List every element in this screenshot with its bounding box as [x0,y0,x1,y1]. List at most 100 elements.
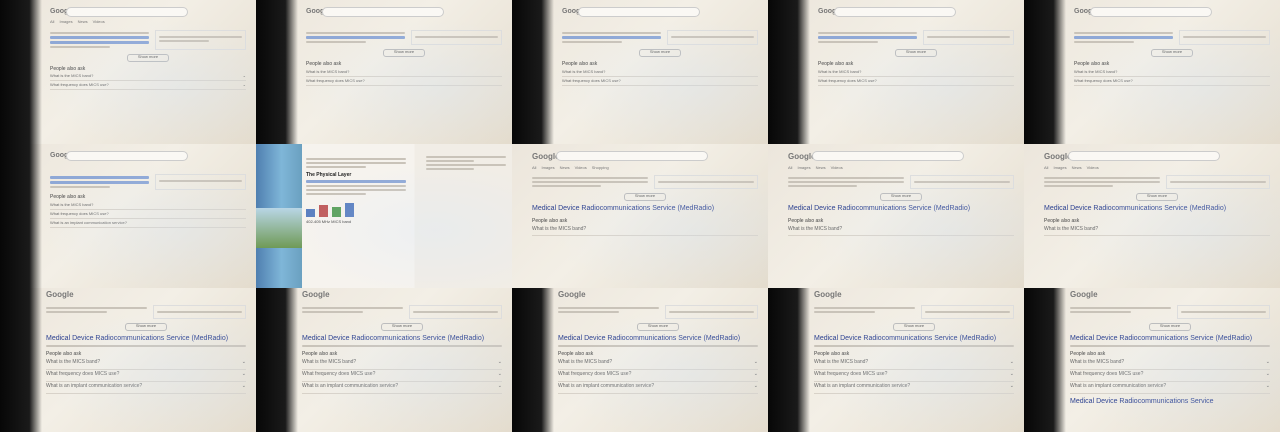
paa-question[interactable]: What frequency does MICS use? [818,77,1014,86]
featured-main [1074,30,1174,45]
featured-snippet [818,30,1014,46]
paa-question[interactable]: What frequency does MICS use? [562,77,758,86]
tab-news[interactable]: News [1072,165,1082,171]
tab-news[interactable]: News [816,165,826,171]
paa-question[interactable]: What is the MICS band? [1074,68,1270,77]
paa-question[interactable]: What is the MICS band? [50,201,246,210]
result-title[interactable]: Medical Device Radiocommunications Servi… [788,205,1014,213]
paa-question[interactable]: What is an implant communication service… [50,219,246,228]
paa-question[interactable]: What is the MICS band? [532,224,758,237]
result-title[interactable]: Medical Device Radiocommunications Servi… [558,335,758,343]
search-input[interactable] [66,7,188,17]
paa-question[interactable]: What frequency does MICS use? [50,210,246,219]
tab-videos[interactable]: Videos [1087,165,1099,171]
search-input[interactable] [578,7,700,17]
paa-question-text: What is the MICS band? [50,73,94,79]
tab-videos[interactable]: Videos [831,165,843,171]
search-result[interactable]: Medical Device Radiocommunications Servi… [302,335,502,347]
paa-question[interactable]: What frequency does MICS use? ⌄ [1070,370,1270,382]
tab-news[interactable]: News [78,19,88,25]
search-result[interactable]: Medical Device Radiocommunications Servi… [788,205,1014,213]
paa-question[interactable]: What is the MICS band? [1044,224,1270,237]
paa-question[interactable]: What is the MICS band? ⌄ [814,358,1014,370]
paa-question[interactable]: What frequency does MICS use? ⌄ [558,370,758,382]
show-more-button[interactable]: Show more [624,193,666,202]
result-title[interactable]: Medical Device Radiocommunications Servi… [1070,398,1270,406]
paa-question[interactable]: What is an implant communication service… [1070,382,1270,394]
tab-images[interactable]: Images [541,165,554,171]
chevron-down-icon: ⌄ [497,383,502,390]
result-title[interactable]: Medical Device Radiocommunications Servi… [1044,205,1270,213]
tab-all[interactable]: All [50,19,54,25]
paa-question[interactable]: What is an implant communication service… [302,382,502,394]
paa-question[interactable]: What is an implant communication service… [814,382,1014,394]
paa-question[interactable]: What is the MICS band? [788,224,1014,237]
paa-question[interactable]: What is the MICS band? ⌄ [1070,358,1270,370]
paa-question[interactable]: What is the MICS band? ⌄ [558,358,758,370]
paa-question[interactable]: What is an implant communication service… [46,382,246,394]
tab-images[interactable]: Images [1053,165,1066,171]
search-input[interactable] [1090,7,1212,17]
paa-question[interactable]: What is an implant communication service… [558,382,758,394]
tab-shopping[interactable]: Shopping [592,165,609,171]
tab-videos[interactable]: Videos [575,165,587,171]
paa-question[interactable]: What frequency does MICS use? ⌄ [46,370,246,382]
show-more-button[interactable]: Show more [637,322,679,331]
show-more-button[interactable]: Show more [383,49,425,58]
tab-all[interactable]: All [532,165,536,171]
tab-all[interactable]: All [1044,165,1048,171]
search-result[interactable]: Medical Device Radiocommunications Servi… [532,205,758,213]
paa-question[interactable]: What frequency does MICS use? ⌄ [814,370,1014,382]
search-input[interactable] [322,7,444,17]
paa-question-text: What is the MICS band? [558,359,613,366]
paa-question[interactable]: What frequency does MICS use? ⌄ [50,81,246,91]
search-result[interactable]: Medical Device Radiocommunications Servi… [558,335,758,347]
paa-question-text: What frequency does MICS use? [1074,77,1133,83]
show-more-button[interactable]: Show more [895,49,937,58]
paa-question[interactable]: What frequency does MICS use? [1074,77,1270,86]
featured-side [923,30,1014,46]
show-more-button[interactable]: Show more [880,193,922,202]
search-input[interactable] [834,7,956,17]
tab-images[interactable]: Images [797,165,810,171]
paa-question[interactable]: What is the MICS band? ⌄ [50,72,246,82]
result-title[interactable]: Medical Device Radiocommunications Servi… [814,335,1014,343]
paa-question[interactable]: What is the MICS band? [306,68,502,77]
show-more-button[interactable]: Show more [125,322,167,331]
text-line [413,310,498,313]
show-more-button[interactable]: Show more [639,49,681,58]
show-more-button[interactable]: Show more [893,322,935,331]
paa-question[interactable]: What frequency does MICS use? ⌄ [302,370,502,382]
search-input[interactable] [556,151,708,161]
text-line [302,306,404,309]
search-input[interactable] [66,151,188,161]
tab-images[interactable]: Images [59,19,72,25]
search-result[interactable]: Medical Device Radiocommunications Servi… [46,335,246,347]
search-result[interactable]: Medical Device Radiocommunications Servi… [1070,335,1270,347]
paa-question[interactable]: What is the MICS band? ⌄ [302,358,502,370]
result-title[interactable]: Medical Device Radiocommunications Servi… [302,335,502,343]
show-more-button[interactable]: Show more [1136,193,1178,202]
people-also-ask: People also ask What is the MICS band? W… [562,61,758,86]
search-result[interactable]: Medical Device Radiocommunications Servi… [1070,398,1270,406]
paa-question[interactable]: What is the MICS band? ⌄ [46,358,246,370]
paa-question[interactable]: What is the MICS band? [818,68,1014,77]
tab-all[interactable]: All [788,165,792,171]
tab-news[interactable]: News [560,165,570,171]
search-result[interactable]: Medical Device Radiocommunications Servi… [814,335,1014,347]
search-input[interactable] [812,151,964,161]
result-title[interactable]: Medical Device Radiocommunications Servi… [1070,335,1270,343]
show-more-button[interactable]: Show more [381,322,423,331]
result-title[interactable]: Medical Device Radiocommunications Servi… [46,335,246,343]
show-more-button[interactable]: Show more [1149,322,1191,331]
search-input[interactable] [1068,151,1220,161]
result-title[interactable]: Medical Device Radiocommunications Servi… [532,205,758,213]
paa-question-text: What is the MICS band? [814,359,869,366]
search-result[interactable]: Medical Device Radiocommunications Servi… [1044,205,1270,213]
paa-question[interactable]: What frequency does MICS use? [306,77,502,86]
paa-question-text: What is the MICS band? [1074,68,1118,74]
tab-videos[interactable]: Videos [93,19,105,25]
show-more-button[interactable]: Show more [1151,49,1193,58]
show-more-button[interactable]: Show more [127,53,169,62]
paa-question[interactable]: What is the MICS band? [562,68,758,77]
